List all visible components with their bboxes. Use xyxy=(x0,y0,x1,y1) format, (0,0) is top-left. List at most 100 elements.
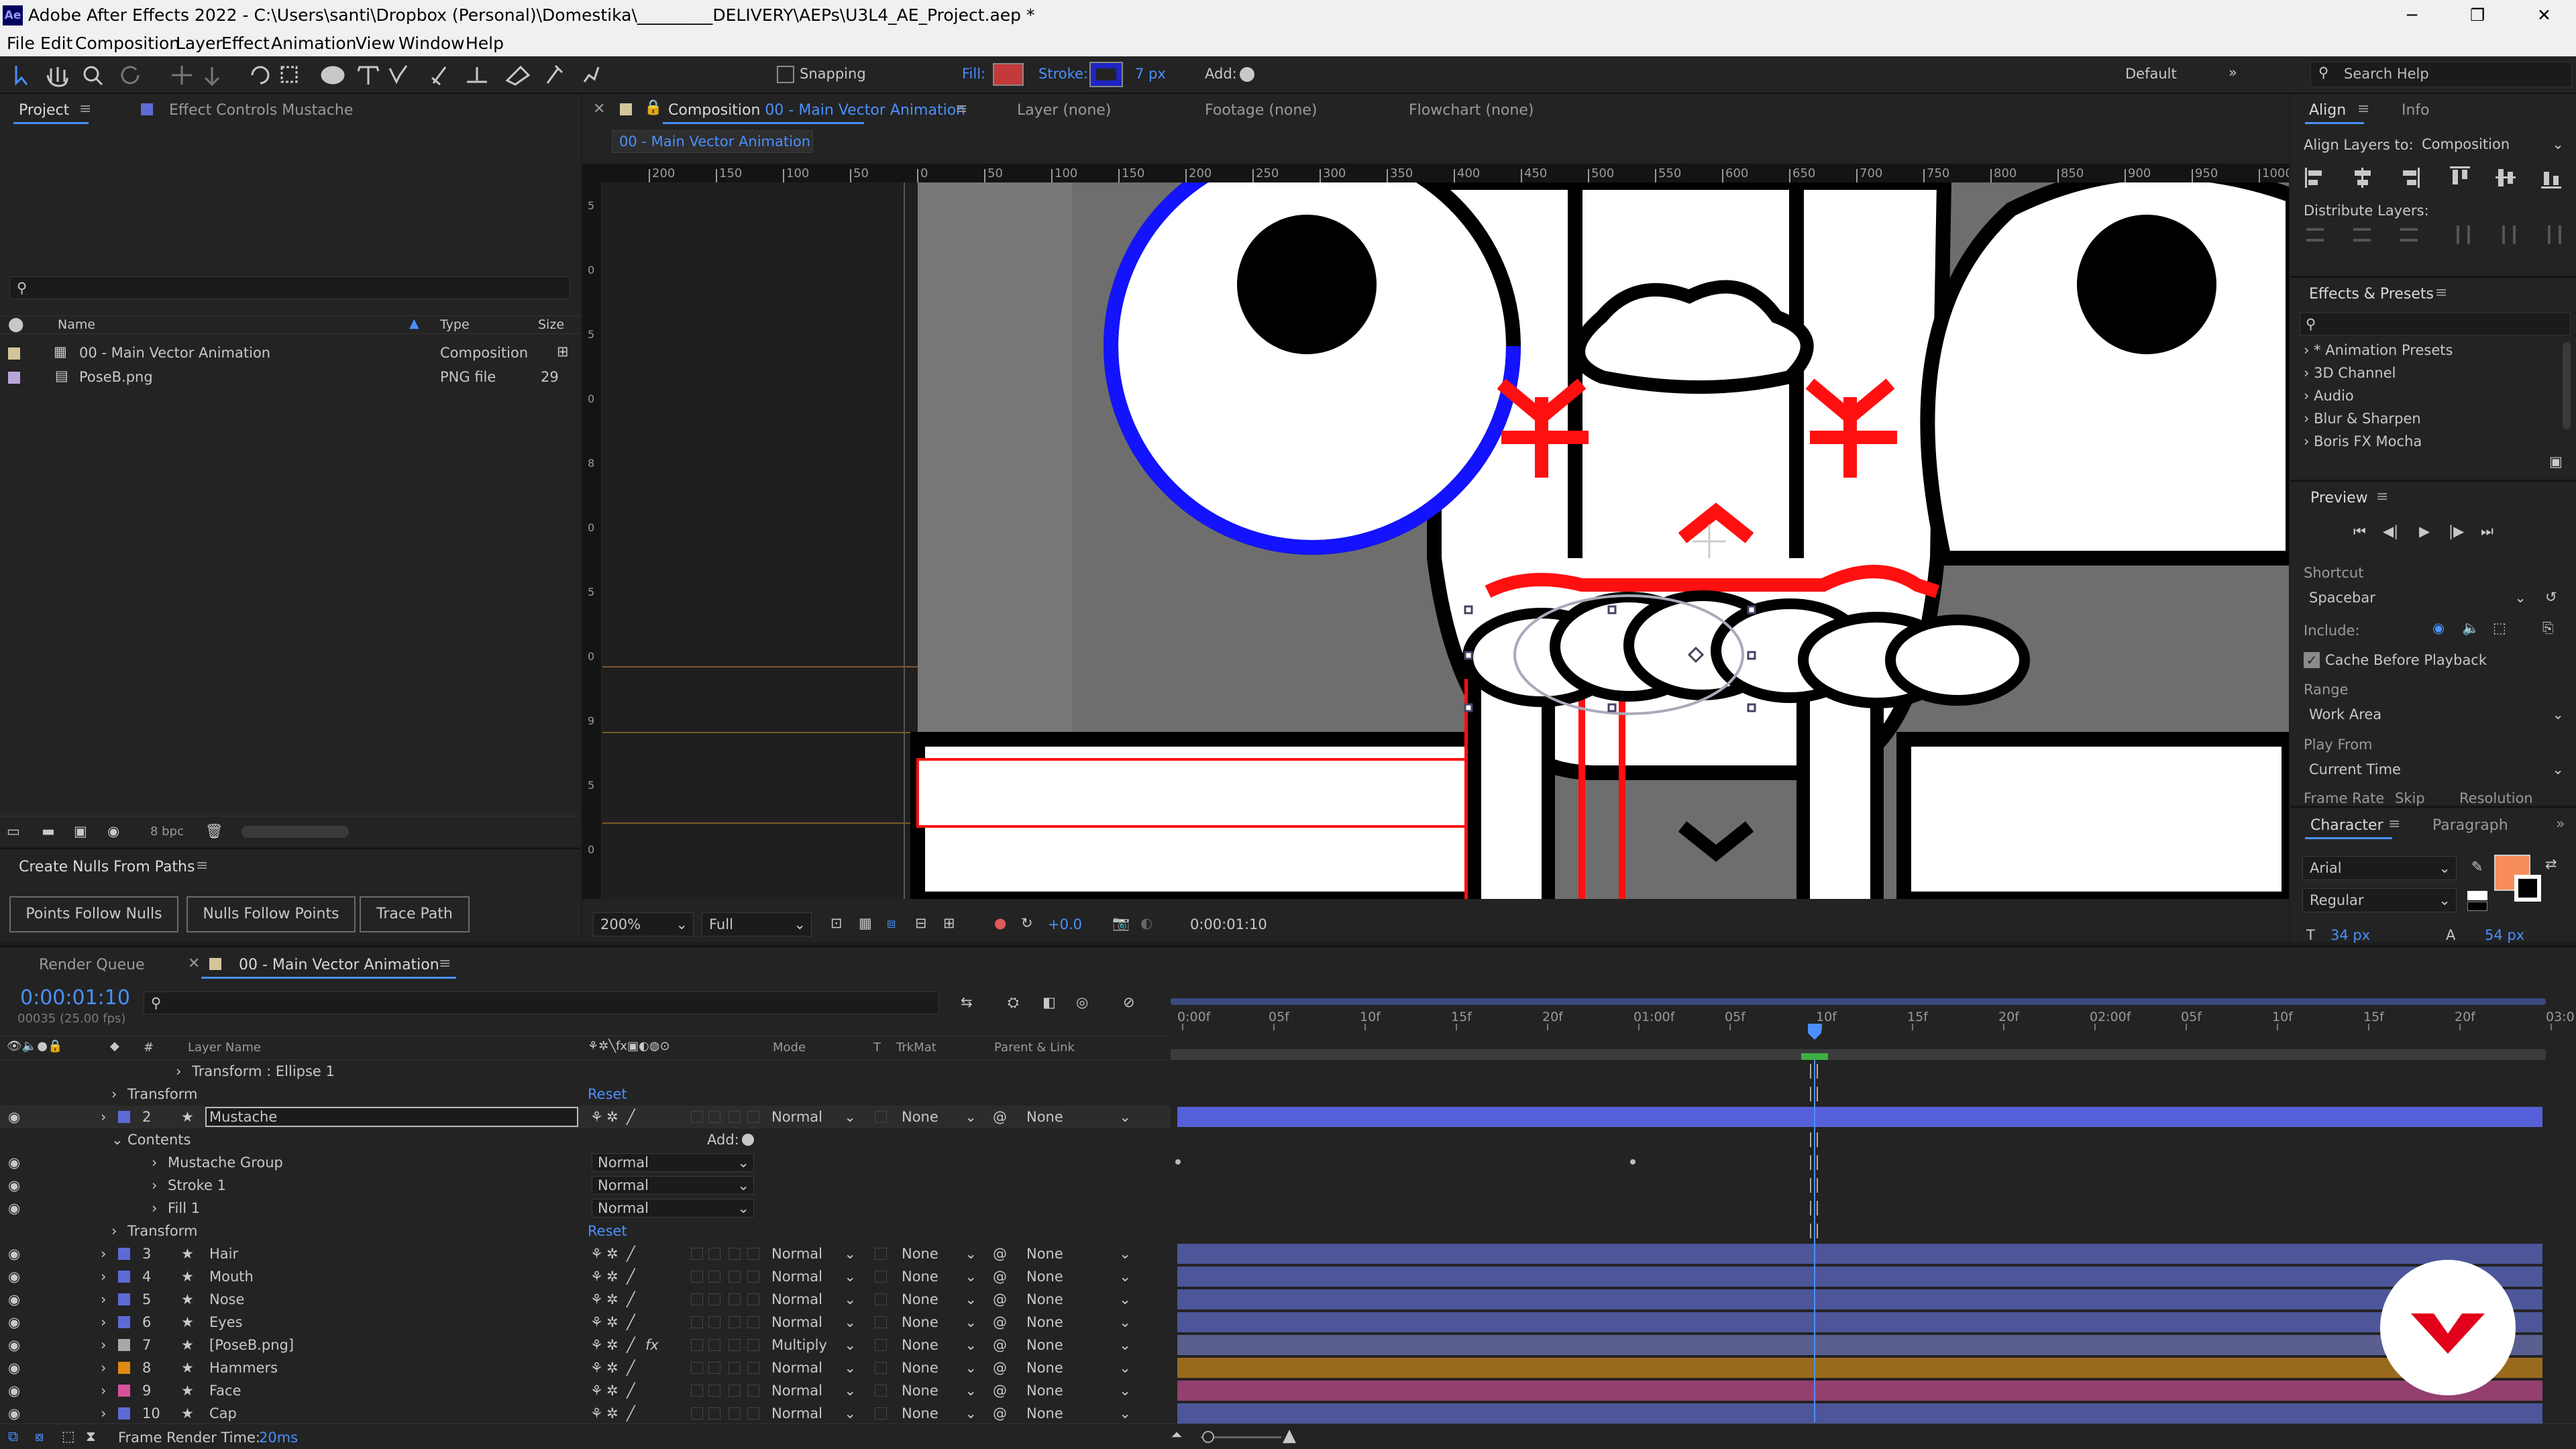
expand-arrow-icon[interactable]: › xyxy=(111,1220,117,1242)
expand-arrow-icon[interactable]: › xyxy=(111,1083,117,1106)
close-tab-icon[interactable]: ✕ xyxy=(593,101,605,117)
distribute-bottom-icon[interactable] xyxy=(2400,228,2418,231)
align-bottom-icon[interactable] xyxy=(2541,172,2561,189)
layer-duration-bar[interactable] xyxy=(1177,1107,2542,1127)
visibility-eye-icon[interactable]: ◉ xyxy=(8,1334,20,1356)
white-swatch[interactable] xyxy=(2467,891,2487,900)
switch-box[interactable] xyxy=(747,1339,759,1351)
mode-dropdown[interactable]: Normal ⌄ xyxy=(771,1288,859,1311)
reset-shortcut-icon[interactable]: ↺ xyxy=(2545,589,2557,605)
comp-breadcrumb[interactable]: 00 - Main Vector Animation xyxy=(612,130,813,153)
layer-name[interactable]: Mouth xyxy=(209,1265,254,1288)
panel-overflow-icon[interactable]: » xyxy=(2556,816,2565,833)
leading-value[interactable]: 54 px xyxy=(2485,927,2524,943)
close-tab-icon[interactable]: ✕ xyxy=(188,955,200,972)
expand-arrow-icon[interactable]: › xyxy=(101,1402,106,1425)
preserve-transparency-box[interactable] xyxy=(875,1248,887,1260)
bpc-label[interactable]: 8 bpc xyxy=(150,824,184,839)
grid-icon[interactable]: ⊞ xyxy=(943,915,955,931)
zoom-in-icon[interactable]: ▲ xyxy=(1283,1426,1296,1446)
switch-box[interactable] xyxy=(747,1407,759,1419)
expand-timing-icon[interactable]: ⬚ xyxy=(62,1428,75,1444)
visibility-eye-icon[interactable]: ◉ xyxy=(8,1402,20,1425)
switch-box[interactable] xyxy=(747,1316,759,1328)
collapse-switch-icon[interactable]: ✲ xyxy=(606,1242,619,1265)
expand-arrow-icon[interactable]: › xyxy=(152,1151,157,1174)
label-swatch[interactable] xyxy=(8,347,20,360)
blend-mode-dropdown[interactable]: Normal ⌄ xyxy=(592,1176,754,1195)
shy-switch-icon[interactable]: ⚘ xyxy=(590,1106,603,1128)
preserve-transparency-box[interactable] xyxy=(875,1407,887,1419)
property-action[interactable]: Add: xyxy=(707,1128,739,1151)
tab-paragraph[interactable]: Paragraph xyxy=(2432,817,2508,834)
layer-row[interactable]: ◉ › 7 ★ [PoseB.png] ⚘ ✲ ╱ fx Multiply ⌄ None ⌄ @ None ⌄ xyxy=(0,1334,1171,1356)
layer-name[interactable]: Face xyxy=(209,1379,241,1402)
puppet-pin-icon[interactable] xyxy=(583,66,600,83)
align-to-dropdown[interactable]: Composition ⌄ xyxy=(2415,133,2569,157)
mode-header[interactable]: Mode xyxy=(773,1040,806,1055)
layer-name[interactable]: [PoseB.png] xyxy=(209,1334,294,1356)
current-timecode[interactable]: 0:00:01:10 xyxy=(20,986,130,1010)
quality-switch-icon[interactable]: ╱ xyxy=(627,1288,635,1311)
tab-flowchart[interactable]: Flowchart (none) xyxy=(1409,102,1534,119)
pen-tool-icon[interactable] xyxy=(357,66,380,85)
quality-switch-icon[interactable]: ╱ xyxy=(627,1402,635,1425)
mode-dropdown[interactable]: Normal ⌄ xyxy=(771,1265,859,1288)
shy-switch-icon[interactable]: ⚘ xyxy=(590,1288,603,1311)
keyframe-dot[interactable] xyxy=(1630,1159,1635,1165)
visibility-eye-icon[interactable]: ◉ xyxy=(8,1356,20,1379)
expand-layer-switches-icon[interactable]: ⧉ xyxy=(8,1428,18,1445)
property-label[interactable]: Fill 1 xyxy=(168,1197,200,1220)
new-comp-icon[interactable]: ▣ xyxy=(74,823,87,839)
switch-box[interactable] xyxy=(729,1339,741,1351)
visibility-eye-icon[interactable]: ◉ xyxy=(8,1288,20,1311)
stroke-swatch[interactable] xyxy=(1089,62,1123,87)
layer-label-swatch[interactable] xyxy=(118,1407,130,1419)
distribute-left-icon[interactable] xyxy=(2457,225,2459,244)
preserve-transparency-box[interactable] xyxy=(875,1111,887,1123)
quality-switch-icon[interactable]: ╱ xyxy=(627,1334,635,1356)
switch-box[interactable] xyxy=(708,1362,720,1374)
switch-box[interactable] xyxy=(747,1362,759,1374)
menu-layer[interactable]: Layer xyxy=(176,31,223,56)
include-external-icon[interactable]: ⎘ xyxy=(2542,620,2554,637)
layer-label-swatch[interactable] xyxy=(118,1111,130,1123)
layer-name[interactable]: Mustache xyxy=(209,1106,277,1128)
panel-menu-icon[interactable]: ≡ xyxy=(196,857,208,874)
trkmat-dropdown[interactable]: None ⌄ xyxy=(902,1288,979,1311)
align-hcenter-icon[interactable] xyxy=(2355,168,2371,188)
time-ruler[interactable]: 0:00f 05f 10f 15f 20f 01:00f 05f 10f 15f 20f 02:00… xyxy=(1171,998,2576,1060)
range-dropdown[interactable]: Work Area ⌄ xyxy=(2302,703,2569,727)
switch-box[interactable] xyxy=(708,1407,720,1419)
snapping-checkbox[interactable] xyxy=(777,66,794,83)
selection-tool-icon[interactable] xyxy=(15,66,28,86)
visibility-eye-icon[interactable]: ◉ xyxy=(8,1265,20,1288)
trace-path-button[interactable]: Trace Path xyxy=(360,896,470,932)
property-row[interactable]: ◉ › Stroke 1 Normal ⌄ xyxy=(0,1174,1171,1197)
pickwhip-icon[interactable]: @ xyxy=(993,1334,1007,1356)
layer-duration-bar[interactable] xyxy=(1177,1289,2542,1309)
project-scrollbar[interactable] xyxy=(241,826,349,838)
quality-switch-icon[interactable]: ╱ xyxy=(627,1379,635,1402)
expand-arrow-icon[interactable]: › xyxy=(101,1334,106,1356)
layer-label-swatch[interactable] xyxy=(118,1339,130,1351)
add-menu-icon[interactable] xyxy=(1240,67,1254,82)
switch-box[interactable] xyxy=(747,1248,759,1260)
visibility-eye-icon[interactable]: ◉ xyxy=(8,1242,20,1265)
parent-dropdown[interactable]: None ⌄ xyxy=(1026,1356,1134,1379)
parent-dropdown[interactable]: None ⌄ xyxy=(1026,1242,1134,1265)
trkmat-dropdown[interactable]: None ⌄ xyxy=(902,1402,979,1425)
transparency-grid-icon[interactable]: ▦ xyxy=(859,915,872,931)
layer-duration-bar[interactable] xyxy=(1177,1381,2542,1401)
pickwhip-icon[interactable]: @ xyxy=(993,1288,1007,1311)
shy-switch-icon[interactable]: ⚘ xyxy=(590,1265,603,1288)
zoom-out-icon[interactable]: ⏶ xyxy=(1171,1427,1183,1444)
layer-name[interactable]: Nose xyxy=(209,1288,244,1311)
brush-tool-icon[interactable] xyxy=(431,66,447,86)
expand-arrow-icon[interactable]: › xyxy=(152,1197,157,1220)
switch-box[interactable] xyxy=(691,1339,703,1351)
comp-viewer[interactable] xyxy=(602,182,2289,899)
project-settings-icon[interactable]: ◉ xyxy=(107,823,119,839)
points-follow-nulls-button[interactable]: Points Follow Nulls xyxy=(9,896,178,932)
switch-box[interactable] xyxy=(729,1385,741,1397)
